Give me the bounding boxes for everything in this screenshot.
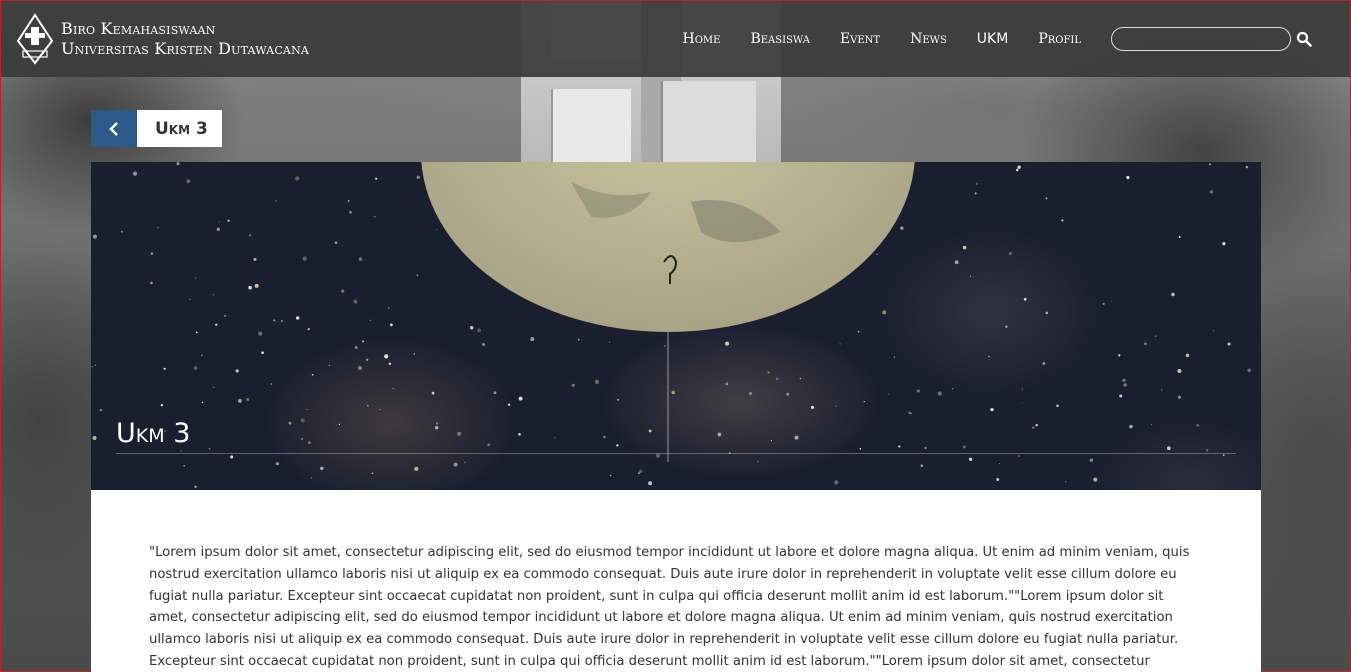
back-button[interactable] (91, 110, 137, 147)
brand-line-1: Biro Kemahasiswaan (61, 19, 216, 38)
brand-line-2: Universitas Kristen Dutawacana (61, 39, 310, 58)
brand[interactable]: Biro Kemahasiswaan Universitas Kristen D… (15, 13, 309, 65)
nav-item-beasiswa[interactable]: Beasiswa (750, 31, 809, 47)
chevron-left-icon (109, 121, 118, 136)
content-text: "Lorem ipsum dolor sit amet, consectetur… (149, 545, 1190, 669)
hero-title: Ukm 3 (116, 418, 191, 449)
breadcrumb: Ukm 3 (91, 110, 222, 147)
nav-menu: Home Beasiswa Event News UKM Profil (653, 31, 1081, 47)
hero-banner: Ukm 3 (91, 162, 1261, 490)
content-panel: "Lorem ipsum dolor sit amet, consectetur… (91, 490, 1261, 672)
search-box (1111, 27, 1312, 51)
nav-item-news[interactable]: News (910, 31, 947, 47)
breadcrumb-title: Ukm 3 (137, 110, 222, 147)
search-input[interactable] (1111, 27, 1291, 51)
search-icon[interactable] (1296, 31, 1312, 47)
university-logo-icon (16, 13, 54, 65)
nav-item-home[interactable]: Home (683, 31, 721, 47)
top-navbar: Biro Kemahasiswaan Universitas Kristen D… (1, 1, 1350, 77)
nav-item-event[interactable]: Event (840, 31, 880, 47)
nav-item-profil[interactable]: Profil (1038, 31, 1081, 47)
hero-divider (116, 453, 1236, 454)
hero-image (91, 162, 1252, 489)
nav-item-ukm[interactable]: UKM (977, 31, 1009, 47)
